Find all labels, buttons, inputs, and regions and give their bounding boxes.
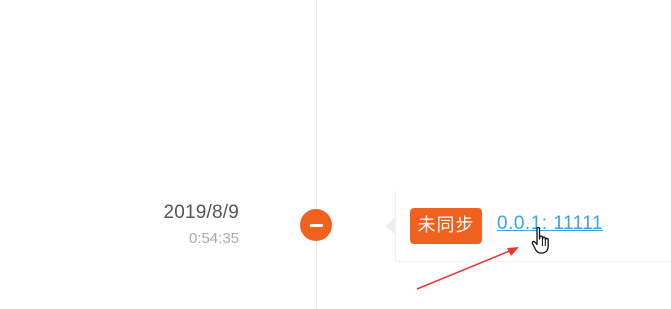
sync-status-badge: 未同步 [410,208,482,244]
timeline-view: 2019/8/9 0:54:35 未同步 0.0.1: 11111 [0,0,671,309]
red-arrow-annotation [416,247,519,290]
minus-circle-icon[interactable] [300,209,332,241]
card-pointer [385,218,395,234]
entry-link[interactable]: 0.0.1: 11111 [497,213,603,235]
entry-time: 0:54:35 [188,230,239,247]
entry-date: 2019/8/9 [163,202,239,223]
minus-bar [309,223,323,227]
entry-timestamp: 2019/8/9 0:54:35 [163,202,239,247]
timeline-axis [316,0,317,309]
